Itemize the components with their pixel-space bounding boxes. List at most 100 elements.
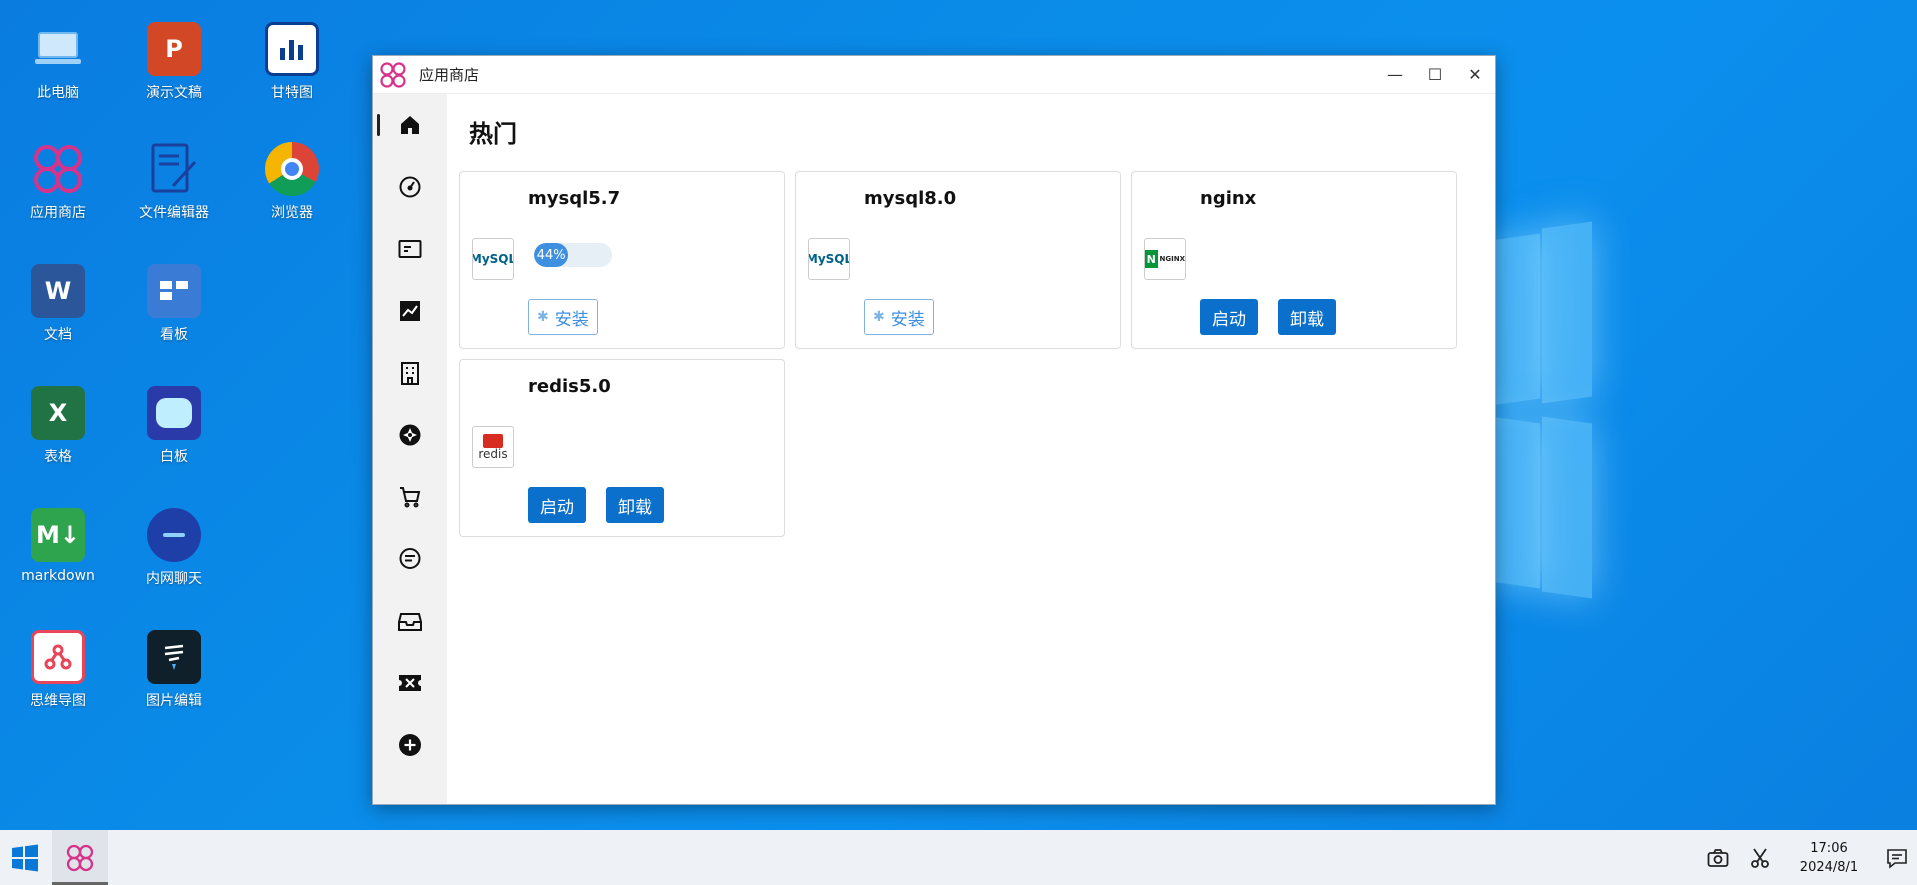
start-button[interactable]: 启动 [528, 487, 586, 523]
image-editor-icon [147, 630, 201, 684]
desktop-icon-file-editor[interactable]: 文件编辑器 [119, 142, 229, 222]
sidebar-item-aperture[interactable] [373, 404, 447, 466]
desktop-icon-label: 内网聊天 [146, 571, 202, 587]
word-icon: W [31, 264, 85, 318]
sidebar [373, 94, 447, 804]
aperture-icon [399, 424, 421, 446]
start-button[interactable] [0, 830, 50, 885]
desktop-icon-label: 表格 [44, 449, 72, 465]
desktop-icon-label: 演示文稿 [146, 85, 202, 101]
desktop-icon-label: 甘特图 [271, 85, 313, 101]
desktop-icon-mindmap[interactable]: 思维导图 [3, 630, 113, 710]
desktop-icon-presentation[interactable]: P 演示文稿 [119, 22, 229, 102]
start-button[interactable]: 启动 [1200, 299, 1258, 335]
desktop-icon-gantt[interactable]: 甘特图 [237, 22, 347, 102]
card-icon [398, 240, 422, 258]
app-store-icon [380, 61, 406, 88]
desktop-icon-label: 白板 [160, 449, 188, 465]
install-progress-bar: 44% [534, 243, 612, 267]
sidebar-item-building[interactable] [373, 342, 447, 404]
sidebar-item-add[interactable] [373, 714, 447, 776]
clock[interactable]: 17:06 2024/8/1 [1781, 839, 1877, 877]
logo-text: MySQL [472, 252, 514, 266]
desktop-icon-label: 看板 [160, 327, 188, 343]
install-button[interactable]: ✱ 安装 [528, 299, 598, 335]
sidebar-item-cart[interactable] [373, 466, 447, 528]
cut-tool-button[interactable] [1739, 847, 1781, 869]
nginx-mark: N [1145, 250, 1158, 268]
markdown-icon: M↓ [31, 508, 85, 562]
desktop-icon-browser[interactable]: 浏览器 [237, 142, 347, 222]
app-card-mysql80: mysql8.0 MySQL ✱ 安装 [795, 171, 1121, 349]
screenshot-button[interactable] [1697, 848, 1739, 868]
sidebar-item-inbox[interactable] [373, 590, 447, 652]
logo-text: MySQL [808, 252, 850, 266]
sidebar-item-home[interactable] [373, 94, 447, 156]
sidebar-item-ticket[interactable] [373, 652, 447, 714]
notifications-button[interactable] [1877, 847, 1917, 869]
ticket-icon [399, 675, 421, 691]
taskbar-app-store[interactable] [52, 830, 108, 885]
desktop-icon-label: 思维导图 [30, 693, 86, 709]
loading-spinner-icon: ✱ [537, 309, 549, 325]
install-button[interactable]: ✱ 安装 [864, 299, 934, 335]
titlebar[interactable]: 应用商店 — ☐ ✕ [373, 56, 1495, 94]
mindmap-icon [31, 630, 85, 684]
desktop-icon-markdown[interactable]: M↓ markdown [3, 508, 113, 584]
app-store-icon [66, 844, 94, 871]
sidebar-item-dashboard[interactable] [373, 156, 447, 218]
desktop-icon-whiteboard[interactable]: 白板 [119, 386, 229, 466]
taskbar: 17:06 2024/8/1 [0, 830, 1917, 885]
notification-icon [1887, 848, 1907, 869]
app-card-mysql57: mysql5.7 MySQL 44% ✱ 安装 [459, 171, 785, 349]
sidebar-item-message[interactable] [373, 528, 447, 590]
app-name: mysql8.0 [864, 188, 957, 209]
maximize-button[interactable]: ☐ [1415, 57, 1455, 93]
desktop-icon-computer[interactable]: 此电脑 [3, 22, 113, 102]
card-actions: 启动 卸载 [528, 487, 664, 523]
logo-text: NGINX [1159, 255, 1185, 263]
desktop-icon-document[interactable]: W 文档 [3, 264, 113, 344]
desktop-icon-label: markdown [21, 568, 95, 584]
progress-fill: 44% [534, 243, 569, 267]
file-editor-icon [147, 142, 201, 196]
building-icon [401, 362, 419, 385]
window-title: 应用商店 [419, 66, 480, 84]
desktop-icon-image-editor[interactable]: 图片编辑 [119, 630, 229, 710]
app-card-nginx: nginx N NGINX 启动 卸载 [1131, 171, 1457, 349]
loading-spinner-icon: ✱ [873, 309, 885, 325]
minimize-button[interactable]: — [1375, 57, 1415, 93]
app-card-grid: mysql5.7 MySQL 44% ✱ 安装 mysql8.0 MySQL ✱… [459, 171, 1483, 537]
uninstall-button[interactable]: 卸载 [606, 487, 664, 523]
scissors-icon [1751, 847, 1769, 868]
desktop-icon-app-store[interactable]: 应用商店 [3, 142, 113, 222]
page-title: 热门 [469, 120, 517, 148]
card-actions: ✱ 安装 [528, 299, 598, 335]
windows-logo-icon [12, 844, 38, 871]
desktop-icon-spreadsheet[interactable]: X 表格 [3, 386, 113, 466]
card-actions: 启动 卸载 [1200, 299, 1336, 335]
sidebar-item-card[interactable] [373, 218, 447, 280]
uninstall-button[interactable]: 卸载 [1278, 299, 1336, 335]
desktop-icon-chat[interactable]: 内网聊天 [119, 508, 229, 588]
desktop-icon-label: 浏览器 [271, 205, 313, 221]
nginx-logo: N NGINX [1144, 238, 1186, 280]
chat-icon [147, 508, 201, 562]
chart-icon [400, 301, 420, 321]
kanban-icon [147, 264, 201, 318]
app-card-redis50: redis5.0 redis 启动 卸载 [459, 359, 785, 537]
desktop-icon-label: 应用商店 [30, 205, 86, 221]
inbox-icon [398, 613, 422, 631]
maximize-icon: ☐ [1427, 65, 1443, 84]
computer-icon [31, 22, 85, 76]
minimize-icon: — [1387, 65, 1403, 84]
camera-icon [1707, 848, 1729, 867]
app-name: mysql5.7 [528, 188, 621, 209]
redis-cube [483, 433, 503, 448]
app-store-icon [31, 142, 85, 196]
sidebar-item-chart[interactable] [373, 280, 447, 342]
app-store-window: 应用商店 — ☐ ✕ 热门 mysql5.7 MySQL 44% ✱ 安装 my… [372, 55, 1496, 805]
desktop-icon-kanban[interactable]: 看板 [119, 264, 229, 344]
close-button[interactable]: ✕ [1455, 57, 1495, 93]
message-icon [399, 548, 421, 569]
